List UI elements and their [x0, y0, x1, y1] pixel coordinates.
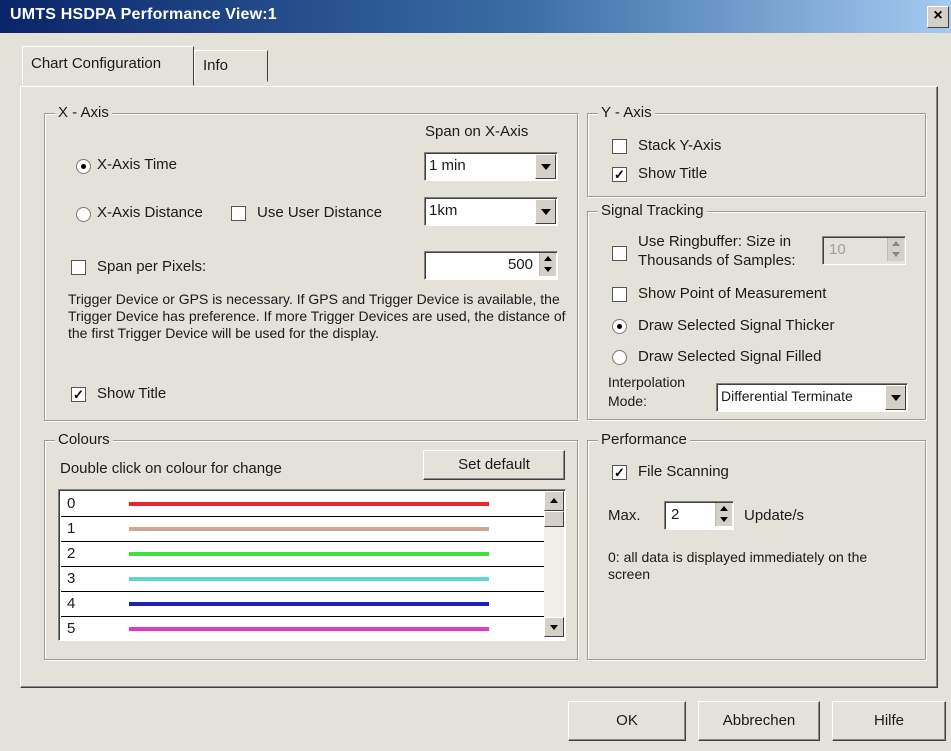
distance-span-value: 1km [429, 202, 458, 219]
ringbuffer-checkbox[interactable] [612, 246, 627, 261]
colour-index: 3 [67, 570, 76, 587]
scroll-thumb[interactable] [544, 511, 564, 527]
colour-index: 1 [67, 520, 76, 537]
cancel-button[interactable]: Abbrechen [698, 701, 820, 741]
ringbuffer-size-value: 10 [829, 241, 846, 258]
list-item[interactable]: 1 [61, 517, 544, 542]
span-per-pixels-input[interactable]: 500 [424, 251, 558, 280]
x-axis-time-label[interactable]: X-Axis Time [97, 156, 177, 173]
x-axis-distance-radio[interactable] [76, 207, 91, 222]
list-scrollbar[interactable] [544, 491, 564, 637]
colour-index: 0 [67, 495, 76, 512]
use-user-distance-label[interactable]: Use User Distance [257, 204, 382, 221]
draw-thicker-radio[interactable] [612, 319, 627, 334]
colour-swatch[interactable] [129, 552, 489, 556]
colours-hint: Double click on colour for change [60, 460, 282, 477]
tab-info[interactable]: Info [194, 50, 268, 82]
interpolation-label-line1: Interpolation [608, 374, 686, 390]
draw-filled-radio[interactable] [612, 350, 627, 365]
colour-swatch[interactable] [129, 627, 489, 631]
check-icon: ✓ [73, 387, 84, 402]
interpolation-label-line2: Mode: [608, 393, 647, 409]
ringbuffer-label-line1[interactable]: Use Ringbuffer: Size in [638, 233, 791, 250]
max-label: Max. [608, 507, 641, 524]
time-span-select[interactable]: 1 min [424, 152, 558, 181]
spin-arrows-icon[interactable] [715, 503, 732, 526]
list-item[interactable]: 2 [61, 542, 544, 567]
span-label: Span on X-Axis [425, 123, 529, 140]
update-unit-label: Update/s [744, 507, 805, 524]
colour-swatch[interactable] [129, 577, 489, 581]
x-axis-show-title-label[interactable]: Show Title [97, 385, 166, 402]
x-axis-time-radio[interactable] [76, 159, 91, 174]
stack-y-axis-checkbox[interactable] [612, 139, 627, 154]
span-per-pixels-label[interactable]: Span per Pixels: [97, 258, 206, 275]
x-axis-show-title-checkbox[interactable]: ✓ [71, 387, 86, 402]
tab-chart-configuration[interactable]: Chart Configuration [22, 46, 194, 86]
colour-list[interactable]: 0 1 2 3 4 5 [58, 489, 566, 641]
distance-span-select[interactable]: 1km [424, 197, 558, 226]
span-per-pixels-checkbox[interactable] [71, 260, 86, 275]
file-scanning-label[interactable]: File Scanning [638, 463, 729, 480]
list-item[interactable]: 5 [61, 617, 544, 640]
colour-swatch[interactable] [129, 602, 489, 606]
use-user-distance-checkbox[interactable] [231, 206, 246, 221]
performance-note: 0: all data is displayed immediately on … [608, 549, 868, 582]
set-default-button[interactable]: Set default [423, 450, 565, 480]
title-bar[interactable]: UMTS HSDPA Performance View:1 × [0, 0, 951, 33]
colour-swatch[interactable] [129, 502, 489, 506]
show-point-checkbox[interactable] [612, 287, 627, 302]
ok-button[interactable]: OK [568, 701, 686, 741]
spin-arrows-icon[interactable] [539, 253, 556, 276]
dialog-window: UMTS HSDPA Performance View:1 × Chart Co… [0, 0, 951, 751]
check-icon: ✓ [614, 167, 625, 182]
help-button[interactable]: Hilfe [832, 701, 946, 741]
colour-index: 5 [67, 620, 76, 637]
draw-thicker-label[interactable]: Draw Selected Signal Thicker [638, 317, 834, 334]
window-title: UMTS HSDPA Performance View:1 [10, 6, 277, 23]
chevron-down-icon[interactable] [535, 154, 556, 179]
interpolation-mode-select[interactable]: Differential Terminate [716, 383, 908, 412]
y-axis-show-title-label[interactable]: Show Title [638, 165, 707, 182]
y-axis-group: Y - Axis [587, 104, 926, 197]
chevron-down-icon[interactable] [535, 199, 556, 224]
check-icon: ✓ [614, 465, 625, 480]
list-item[interactable]: 0 [61, 492, 544, 517]
interpolation-mode-value: Differential Terminate [721, 388, 853, 404]
y-axis-show-title-checkbox[interactable]: ✓ [612, 167, 627, 182]
colour-swatch[interactable] [129, 527, 489, 531]
colours-group-label: Colours [55, 431, 113, 448]
signal-tracking-group-label: Signal Tracking [598, 202, 707, 219]
scroll-down-icon[interactable] [544, 617, 564, 637]
file-scanning-checkbox[interactable]: ✓ [612, 465, 627, 480]
x-axis-group-label: X - Axis [55, 104, 112, 121]
max-updates-value: 2 [671, 506, 680, 523]
close-button[interactable]: × [927, 6, 949, 28]
performance-group-label: Performance [598, 431, 690, 448]
ringbuffer-label-line2[interactable]: Thousands of Samples: [638, 252, 796, 269]
tab-label: Info [203, 57, 229, 74]
list-item[interactable]: 4 [61, 592, 544, 617]
tab-label: Chart Configuration [31, 55, 162, 72]
ringbuffer-size-input[interactable]: 10 [822, 236, 906, 265]
colour-index: 2 [67, 545, 76, 562]
y-axis-group-label: Y - Axis [598, 104, 655, 121]
colour-index: 4 [67, 595, 76, 612]
time-span-value: 1 min [429, 157, 466, 174]
show-point-label[interactable]: Show Point of Measurement [638, 285, 826, 302]
list-item[interactable]: 3 [61, 567, 544, 592]
span-per-pixels-value: 500 [507, 256, 533, 273]
scroll-up-icon[interactable] [544, 491, 564, 511]
x-axis-distance-label[interactable]: X-Axis Distance [97, 204, 203, 221]
draw-filled-label[interactable]: Draw Selected Signal Filled [638, 348, 821, 365]
stack-y-axis-label[interactable]: Stack Y-Axis [638, 137, 721, 154]
x-axis-note: Trigger Device or GPS is necessary. If G… [68, 291, 566, 341]
spin-arrows-icon[interactable] [887, 238, 904, 261]
max-updates-input[interactable]: 2 [664, 501, 734, 530]
chevron-down-icon[interactable] [885, 385, 906, 410]
close-icon: × [933, 7, 943, 24]
